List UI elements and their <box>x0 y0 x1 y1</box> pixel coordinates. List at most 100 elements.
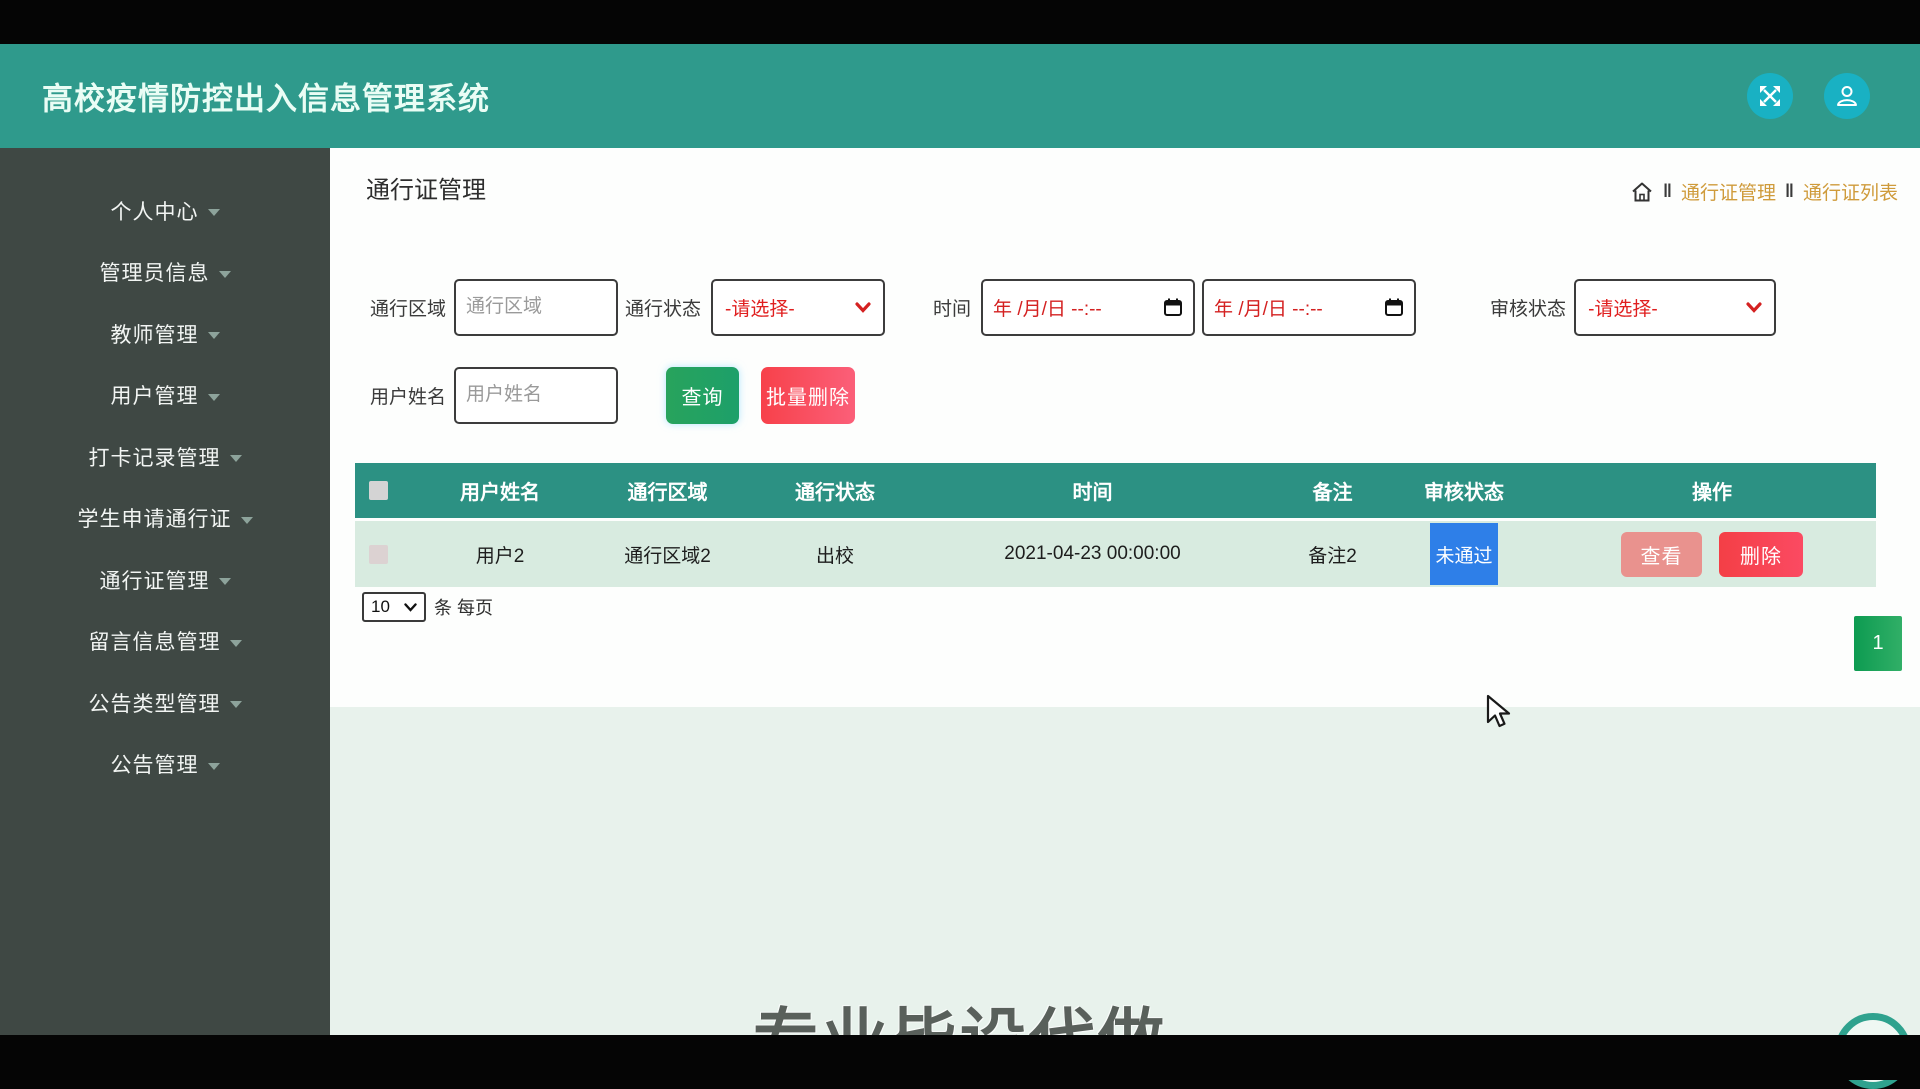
user-profile-button[interactable] <box>1824 73 1870 119</box>
time-end-input[interactable]: 年 /月/日 --:-- <box>1202 278 1417 336</box>
mouse-cursor <box>1486 694 1511 728</box>
col-header-actions: 操作 <box>1692 482 1732 504</box>
sidebar-item-label: 公告类型管理 <box>88 692 221 716</box>
audit-status-badge: 未通过 <box>1430 523 1498 585</box>
view-button[interactable]: 查看 <box>1621 531 1702 577</box>
chevron-down-icon <box>207 762 220 770</box>
breadcrumb-separator: ‖ <box>1785 181 1794 201</box>
page-title: 通行证管理 <box>366 177 486 204</box>
search-button[interactable]: 查询 <box>666 366 740 424</box>
sidebar-item-label: 通行证管理 <box>99 569 210 593</box>
sidebar-item-label: 个人中心 <box>110 200 199 224</box>
sidebar-item-label: 教师管理 <box>110 323 199 347</box>
time-label: 时间 <box>933 298 972 320</box>
chevron-down-icon <box>218 270 231 278</box>
sidebar-item-notice-type-mgmt[interactable]: 公告类型管理 <box>0 672 330 734</box>
col-header-remark: 备注 <box>1312 482 1353 504</box>
header-actions <box>1747 73 1870 119</box>
chevron-down-icon <box>404 602 417 612</box>
delete-button[interactable]: 删除 <box>1719 531 1803 577</box>
chevron-down-icon <box>229 455 242 463</box>
sidebar-item-student-pass-apply[interactable]: 学生申请通行证 <box>0 488 330 550</box>
col-header-audit-status: 审核状态 <box>1424 482 1504 504</box>
chevron-down-icon <box>207 332 220 340</box>
select-all-checkbox[interactable] <box>369 481 388 500</box>
sidebar-item-pass-mgmt[interactable]: 通行证管理 <box>0 549 330 611</box>
batch-delete-button[interactable]: 批量删除 <box>761 366 856 424</box>
breadcrumb: ‖ 通行证管理 ‖ 通行证列表 <box>1630 178 1898 205</box>
table-row: 用户2 通行区域2 出校 2021-04-23 00:00:00 备注2 未通过… <box>355 521 1876 587</box>
sidebar-item-notice-mgmt[interactable]: 公告管理 <box>0 734 330 796</box>
pass-table: 用户姓名 通行区域 通行状态 时间 备注 审核状态 操作 用户2 通行区域2 出… <box>355 463 1876 587</box>
username-label: 用户姓名 <box>370 386 447 408</box>
audit-status-select[interactable]: -请选择- <box>1574 278 1777 336</box>
pagination: 10 条 每页 <box>362 592 493 622</box>
filter-row-1: 通行区域 通行状态 -请选择- 时间 年 /月/日 --:-- 年 /月/日 -… <box>370 278 1777 336</box>
page-number-button[interactable]: 1 <box>1854 616 1902 671</box>
pass-status-select[interactable]: -请选择- <box>711 278 886 336</box>
col-header-username: 用户姓名 <box>460 482 540 504</box>
row-pass-status: 出校 <box>815 545 854 567</box>
calendar-icon <box>1164 298 1183 316</box>
sidebar-item-label: 留言信息管理 <box>88 631 221 655</box>
pass-status-label: 通行状态 <box>625 298 702 320</box>
calendar-icon <box>1385 298 1404 316</box>
username-input[interactable] <box>454 366 619 424</box>
row-select-cell <box>355 544 435 564</box>
select-all-cell <box>355 481 435 500</box>
sidebar-item-label: 公告管理 <box>110 754 199 778</box>
sidebar-item-user-mgmt[interactable]: 用户管理 <box>0 365 330 427</box>
sidebar-item-teacher-mgmt[interactable]: 教师管理 <box>0 303 330 365</box>
audit-status-value: -请选择- <box>1588 298 1658 320</box>
fullscreen-button[interactable] <box>1747 73 1793 119</box>
sidebar-item-label: 用户管理 <box>110 385 199 409</box>
col-header-pass-status: 通行状态 <box>795 482 875 504</box>
datetime-placeholder: 年 /月/日 --:-- <box>993 298 1102 320</box>
row-area: 通行区域2 <box>624 545 711 567</box>
content-panel <box>330 148 1920 707</box>
fullscreen-icon <box>1760 86 1780 106</box>
row-username: 用户2 <box>475 545 525 567</box>
row-checkbox[interactable] <box>369 544 388 564</box>
row-remark: 备注2 <box>1308 545 1357 567</box>
row-time: 2021-04-23 00:00:00 <box>1004 543 1181 564</box>
audit-status-label: 审核状态 <box>1490 298 1567 320</box>
sidebar-item-message-mgmt[interactable]: 留言信息管理 <box>0 611 330 673</box>
row-audit-status-cell: 未通过 <box>1380 523 1548 585</box>
chevron-down-icon <box>855 301 871 313</box>
chevron-down-icon <box>229 701 242 709</box>
home-icon[interactable] <box>1630 180 1654 204</box>
datetime-placeholder: 年 /月/日 --:-- <box>1214 298 1323 320</box>
sidebar-item-label: 管理员信息 <box>99 262 210 286</box>
user-icon <box>1837 86 1857 106</box>
app-header: 高校疫情防控出入信息管理系统 <box>0 44 1920 148</box>
sidebar-item-personal-center[interactable]: 个人中心 <box>0 180 330 242</box>
main-content: 通行证管理 ‖ 通行证管理 ‖ 通行证列表 通行区域 通行状态 -请选择- 时间… <box>330 148 1920 1035</box>
table-header-row: 用户姓名 通行区域 通行状态 时间 备注 审核状态 操作 <box>355 463 1876 518</box>
area-label: 通行区域 <box>370 298 447 320</box>
chevron-down-icon <box>218 578 231 586</box>
sidebar-item-checkin-records[interactable]: 打卡记录管理 <box>0 426 330 488</box>
breadcrumb-separator: ‖ <box>1663 181 1672 201</box>
time-start-input[interactable]: 年 /月/日 --:-- <box>981 278 1196 336</box>
area-input[interactable] <box>454 278 619 336</box>
chevron-down-icon <box>229 639 242 647</box>
page-size-select[interactable]: 10 <box>362 592 426 622</box>
breadcrumb-pass-list-link[interactable]: 通行证列表 <box>1803 178 1898 205</box>
letterbox-top <box>0 0 1920 44</box>
chevron-down-icon <box>1746 301 1762 313</box>
sidebar-item-label: 学生申请通行证 <box>77 508 232 532</box>
chevron-down-icon <box>207 393 220 401</box>
breadcrumb-pass-mgmt-link[interactable]: 通行证管理 <box>1681 178 1776 205</box>
col-header-area: 通行区域 <box>627 482 708 504</box>
sidebar-item-admin-info[interactable]: 管理员信息 <box>0 242 330 304</box>
filter-row-2: 用户姓名 查询 批量删除 <box>370 366 856 424</box>
sidebar-item-label: 打卡记录管理 <box>88 446 221 470</box>
page-size-value: 10 <box>371 597 390 616</box>
letterbox-bottom <box>0 1035 1920 1080</box>
page-size-suffix: 条 每页 <box>434 598 494 618</box>
sidebar-menu: 个人中心 管理员信息 教师管理 用户管理 打卡记录管理 学生申请通行证 通行证管… <box>0 148 330 795</box>
app-title: 高校疫情防控出入信息管理系统 <box>42 81 490 117</box>
chevron-down-icon <box>240 516 253 524</box>
pass-status-value: -请选择- <box>725 298 795 320</box>
